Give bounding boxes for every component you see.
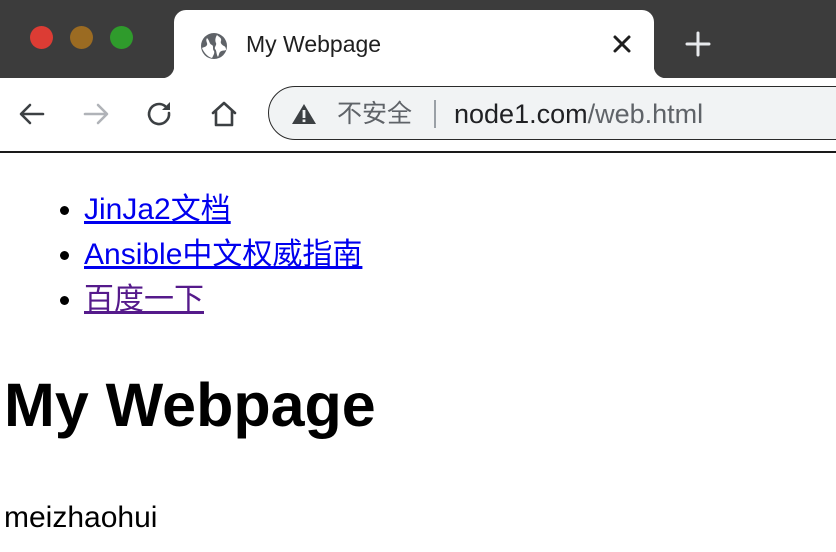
page-paragraph: meizhaohui [4,501,158,534]
url-path: /web.html [587,99,704,129]
warning-icon[interactable] [291,102,317,126]
page-heading: My Webpage [4,371,376,439]
link-baidu[interactable]: 百度一下 [84,283,204,316]
back-arrow-icon[interactable] [16,98,48,130]
link-jinja2-docs[interactable]: JinJa2文档 [84,193,231,226]
forward-arrow-icon[interactable] [80,98,112,130]
close-icon[interactable] [610,32,634,56]
globe-icon [201,33,227,59]
browser-window: My Webpage 不安全 node1.com/web.html • JinJ… [0,0,836,552]
link-ansible-guide[interactable]: Ansible中文权威指南 [84,238,362,271]
window-close-button[interactable] [30,26,53,49]
window-minimize-button[interactable] [70,26,93,49]
plus-icon[interactable] [684,30,712,58]
reload-icon[interactable] [144,98,176,130]
browser-toolbar: 不安全 node1.com/web.html [0,78,836,153]
list-item: 百度一下 [84,277,362,322]
url-host: node1.com [454,99,588,129]
list-item: Ansible中文权威指南 [84,232,362,277]
tab-title: My Webpage [246,31,382,57]
tab-strip: My Webpage [0,0,836,78]
home-icon[interactable] [208,98,240,130]
tab-active[interactable]: My Webpage [162,10,666,78]
window-zoom-button[interactable] [110,26,133,49]
link-list: JinJa2文档 Ansible中文权威指南 百度一下 [0,187,362,322]
security-status-label[interactable]: 不安全 [337,98,412,130]
page-content: JinJa2文档 Ansible中文权威指南 百度一下 My Webpage m… [0,153,836,552]
url-text[interactable]: node1.com/web.html [454,98,703,130]
list-item: JinJa2文档 [84,187,362,232]
address-bar[interactable]: 不安全 node1.com/web.html [268,86,836,140]
omnibox-divider [434,100,436,128]
